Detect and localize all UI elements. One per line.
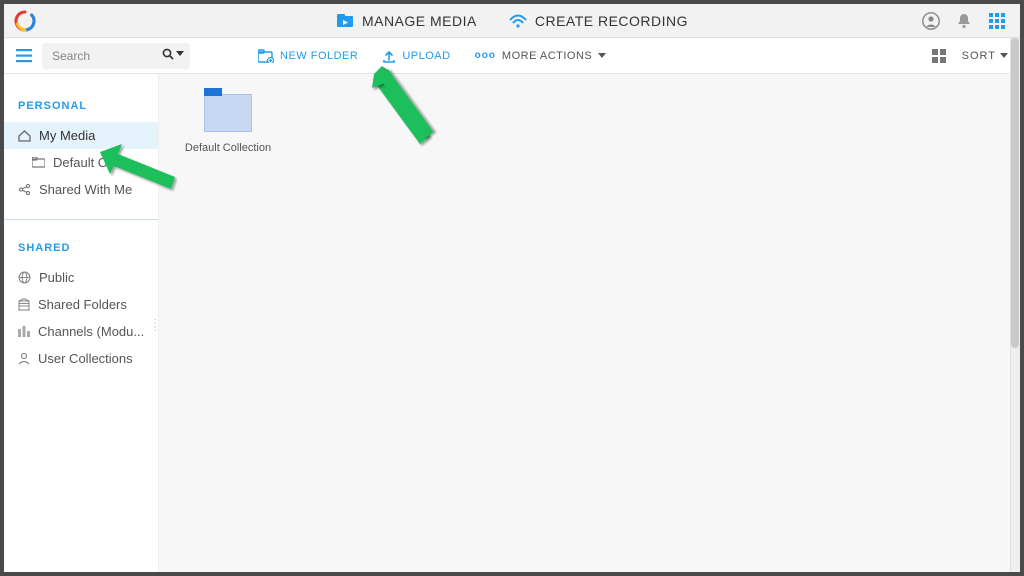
sidebar-item-label: My Media	[39, 128, 95, 143]
upload-icon	[382, 49, 396, 63]
topbar: MANAGE MEDIA CREATE RECORDING	[4, 4, 1020, 38]
new-folder-button[interactable]: NEW FOLDER	[248, 49, 368, 63]
search-icon[interactable]	[162, 48, 184, 60]
sidebar-item-label: Channels (Modu...	[38, 324, 144, 339]
sidebar: PERSONAL My Media Default Coll... Shared…	[4, 74, 159, 572]
building-icon	[18, 298, 30, 311]
sidebar-item-label: User Collections	[38, 351, 133, 366]
sidebar-item-label: Shared Folders	[38, 297, 127, 312]
scrollbar-thumb[interactable]	[1011, 38, 1019, 348]
sidebar-divider	[4, 219, 158, 220]
app-window: MANAGE MEDIA CREATE RECORDING	[4, 4, 1020, 572]
chevron-down-icon	[598, 53, 606, 59]
sidebar-item-label: Default Coll...	[53, 155, 131, 170]
sort-button[interactable]: SORT	[962, 50, 1008, 62]
new-folder-icon	[258, 49, 274, 63]
create-recording-label: CREATE RECORDING	[535, 13, 688, 29]
upload-label: UPLOAD	[402, 50, 450, 62]
content-area: Default Collection	[159, 74, 1020, 572]
search-field-wrap	[42, 43, 190, 69]
media-folder-icon	[336, 13, 354, 29]
user-avatar-icon[interactable]	[922, 12, 940, 30]
channels-icon	[18, 325, 30, 338]
folder-icon	[32, 157, 45, 168]
more-actions-label: MORE ACTIONS	[502, 50, 592, 62]
folder-default-collection[interactable]: Default Collection	[183, 94, 273, 154]
sort-label: SORT	[962, 50, 996, 62]
sidebar-item-channels[interactable]: Channels (Modu...	[4, 318, 158, 345]
sidebar-item-public[interactable]: Public	[4, 264, 158, 291]
sidebar-item-my-media[interactable]: My Media	[4, 122, 158, 149]
manage-media-tab[interactable]: MANAGE MEDIA	[336, 13, 477, 29]
upload-button[interactable]: UPLOAD	[372, 49, 460, 63]
sidebar-item-default-collection[interactable]: Default Coll...	[4, 149, 158, 176]
sidebar-item-label: Shared With Me	[39, 182, 132, 197]
hamburger-menu-icon[interactable]	[16, 49, 32, 63]
new-folder-label: NEW FOLDER	[280, 50, 358, 62]
folder-label: Default Collection	[183, 142, 273, 154]
app-logo	[14, 10, 36, 32]
folder-icon	[204, 94, 252, 132]
toolbar: NEW FOLDER UPLOAD ooo MORE ACTIONS SORT	[4, 38, 1020, 74]
user-icon	[18, 352, 30, 365]
home-icon	[18, 130, 31, 142]
sidebar-shared-title: SHARED	[4, 242, 158, 264]
swirl-logo-icon	[14, 10, 36, 32]
chevron-down-icon	[176, 51, 184, 57]
body: PERSONAL My Media Default Coll... Shared…	[4, 74, 1020, 572]
sidebar-item-shared-folders[interactable]: Shared Folders	[4, 291, 158, 318]
sidebar-item-user-collections[interactable]: User Collections	[4, 345, 158, 372]
grid-apps-icon[interactable]	[988, 12, 1006, 30]
bell-icon[interactable]	[956, 12, 972, 30]
sidebar-personal-title: PERSONAL	[4, 100, 158, 122]
chevron-down-icon	[1000, 53, 1008, 59]
wifi-icon	[509, 14, 527, 28]
create-recording-tab[interactable]: CREATE RECORDING	[509, 13, 688, 29]
manage-media-label: MANAGE MEDIA	[362, 13, 477, 29]
grid-view-icon[interactable]	[932, 49, 946, 63]
sidebar-item-label: Public	[39, 270, 74, 285]
more-actions-button[interactable]: ooo MORE ACTIONS	[465, 50, 617, 62]
dots-icon: ooo	[475, 50, 496, 61]
globe-icon	[18, 271, 31, 284]
share-icon	[18, 183, 31, 196]
sidebar-item-shared-with-me[interactable]: Shared With Me	[4, 176, 158, 203]
